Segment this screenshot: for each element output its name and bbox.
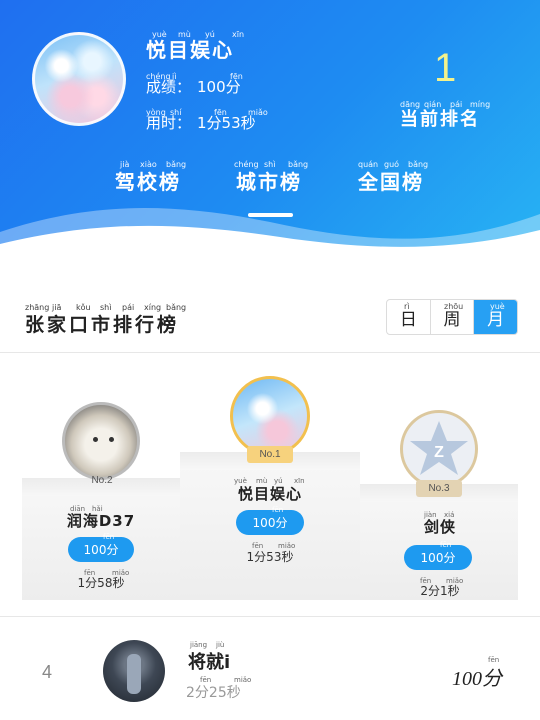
current-rank-label: 当前排名	[400, 109, 480, 130]
second-score-value: 100分	[83, 543, 119, 557]
star-avatar[interactable]: Z	[400, 410, 478, 488]
divider	[0, 352, 540, 353]
period-day-pinyin: rì	[404, 302, 410, 311]
third-time: 2分1秒	[420, 584, 460, 598]
profile-header: yuè mù yú xīn 悦目娱心 chéng jì fēn 成绩： 100分 …	[0, 0, 540, 262]
sky-avatar[interactable]	[230, 376, 310, 456]
tab-national[interactable]: 全国榜	[358, 166, 424, 195]
time-value: 1分53秒	[197, 114, 256, 132]
avatar-figure	[127, 654, 141, 694]
user-name: 悦目娱心	[146, 38, 234, 62]
tab-city[interactable]: 城市榜	[236, 166, 302, 195]
first-score-pinyin: fēn	[272, 506, 284, 514]
score-label: 成绩：	[146, 78, 192, 96]
second-score: 100分	[68, 537, 134, 562]
first-score-value: 100分	[252, 516, 288, 530]
third-score-value: 100分	[420, 551, 456, 565]
second-time: 1分58秒	[77, 576, 125, 590]
place-badge-3-label: No.3	[428, 483, 450, 494]
ranking-title: 张家口市排行榜	[25, 314, 180, 336]
cat-eye-left	[93, 437, 98, 442]
second-score-pinyin: fēn	[103, 533, 115, 541]
third-score: 100分	[404, 545, 472, 570]
svg-text:Z: Z	[434, 444, 444, 461]
place-badge-3: No.3	[416, 480, 462, 497]
current-rank-number: 1	[434, 46, 457, 90]
star-icon: Z	[410, 421, 468, 475]
third-score-pinyin: fēn	[440, 541, 452, 549]
place-badge-2-label: No.2	[91, 475, 113, 486]
divider	[0, 616, 540, 617]
header-wave	[0, 208, 540, 262]
time-line: 用时： 1分53秒	[146, 112, 256, 133]
period-month-pinyin: yuè	[490, 302, 505, 311]
third-name: 剑侠	[423, 518, 456, 536]
first-score: 100分	[236, 510, 304, 535]
place-badge-1: No.1	[247, 446, 293, 463]
list-rank: 4	[42, 662, 53, 682]
score-line: 成绩： 100分	[146, 76, 241, 97]
active-tab-indicator	[248, 213, 293, 217]
user-avatar[interactable]	[32, 32, 126, 126]
place-badge-1-label: No.1	[259, 449, 281, 460]
cat-avatar[interactable]	[62, 402, 140, 480]
score-value: 100分	[197, 78, 241, 96]
tab-driving-school[interactable]: 驾校榜	[115, 166, 181, 195]
second-name: 润海D37	[66, 512, 136, 530]
list-score: 100分	[452, 668, 502, 690]
list-time: 2分25秒	[186, 685, 241, 701]
place-badge-2: No.2	[79, 472, 125, 489]
period-week-pinyin: zhōu	[444, 302, 464, 311]
time-label: 用时：	[146, 114, 192, 132]
list-name: 将就i	[188, 652, 231, 673]
first-time: 1分53秒	[246, 550, 294, 564]
first-name: 悦目娱心	[237, 485, 302, 503]
cat-eye-right	[109, 437, 114, 442]
photo-avatar[interactable]	[103, 640, 165, 702]
